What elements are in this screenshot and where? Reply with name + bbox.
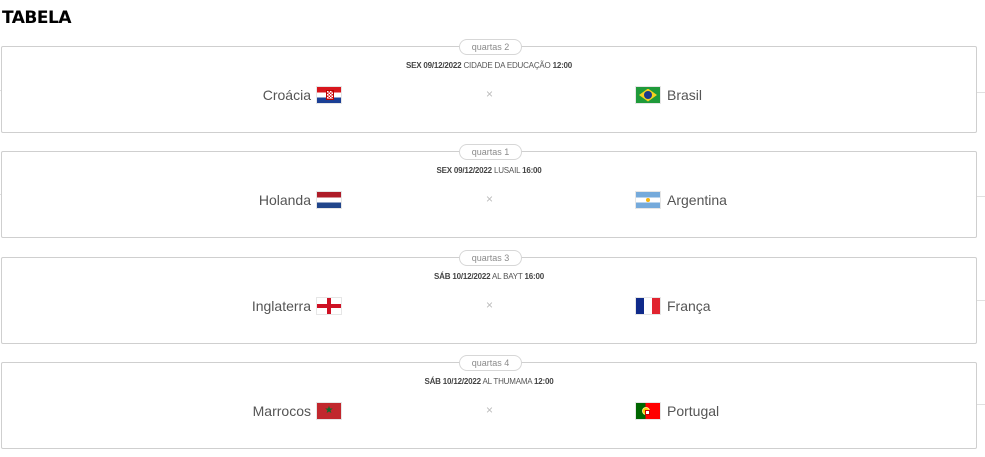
home-team[interactable]: Croácia — [263, 86, 341, 104]
match-info: SEX 09/12/2022 LUSAIL 16:00 — [2, 166, 976, 175]
away-team-name: Portugal — [667, 403, 720, 419]
match-date: 10/12/2022 — [452, 272, 491, 281]
match-day: SEX — [405, 61, 422, 70]
match-info: SEX 09/12/2022 CIDADE DA EDUCAÇÃO 12:00 — [2, 61, 976, 70]
home-team[interactable]: Holanda — [259, 191, 341, 209]
match-time: 16:00 — [524, 272, 545, 281]
match-time: 12:00 — [534, 377, 554, 386]
match-venue: AL THUMAMA — [482, 377, 533, 386]
match-day: SÁB — [434, 272, 451, 281]
match-info: SÁB 10/12/2022 AL BAYT 16:00 — [2, 272, 976, 281]
home-team-name: Holanda — [258, 192, 311, 208]
round-badge: quartas 4 — [459, 355, 522, 371]
bracket-connector — [977, 404, 985, 405]
brazil-flag-icon — [636, 87, 660, 103]
match-day: SÁB — [424, 377, 441, 386]
match-card[interactable]: quartas 1 SEX 09/12/2022 LUSAIL 16:00 Ho… — [1, 144, 977, 238]
match-time: 12:00 — [552, 61, 573, 70]
versus-icon: × — [486, 403, 494, 417]
bracket-connector — [977, 300, 985, 301]
versus-icon: × — [486, 298, 494, 312]
bracket-connector — [0, 194, 1, 195]
netherlands-flag-icon — [317, 192, 341, 208]
morocco-flag-icon: ★ — [317, 403, 341, 419]
croatia-flag-icon — [317, 87, 341, 103]
match-venue: LUSAIL — [493, 166, 521, 175]
home-team[interactable]: Marrocos ★ — [253, 402, 341, 420]
portugal-flag-icon — [636, 403, 660, 419]
away-team[interactable]: França — [636, 297, 711, 315]
match-date: 09/12/2022 — [423, 61, 462, 70]
match-venue: AL BAYT — [492, 272, 523, 281]
match-card[interactable]: quartas 4 SÁB 10/12/2022 AL THUMAMA 12:0… — [1, 355, 977, 449]
away-team-name: Brasil — [667, 87, 703, 103]
match-card[interactable]: quartas 3 SÁB 10/12/2022 AL BAYT 16:00 I… — [1, 250, 977, 344]
home-team[interactable]: Inglaterra — [252, 297, 341, 315]
away-team-name: Argentina — [667, 192, 727, 208]
round-badge: quartas 1 — [459, 144, 522, 160]
match-date: 10/12/2022 — [442, 377, 481, 386]
match-day: SEX — [436, 166, 452, 175]
home-team-name: Croácia — [262, 87, 311, 103]
bracket-connector — [0, 90, 1, 91]
match-info: SÁB 10/12/2022 AL THUMAMA 12:00 — [2, 377, 976, 386]
away-team[interactable]: Brasil — [636, 86, 702, 104]
versus-icon: × — [486, 192, 494, 206]
round-badge: quartas 3 — [459, 250, 522, 266]
round-badge: quartas 2 — [459, 39, 522, 55]
away-team[interactable]: Portugal — [636, 402, 719, 420]
argentina-flag-icon — [636, 192, 660, 208]
match-time: 16:00 — [522, 166, 542, 175]
versus-icon: × — [486, 87, 494, 101]
away-team[interactable]: Argentina — [636, 191, 727, 209]
page-title: TABELA — [2, 8, 72, 28]
bracket-connector — [977, 92, 985, 93]
england-flag-icon — [317, 298, 341, 314]
home-team-name: Inglaterra — [251, 298, 311, 314]
match-venue: CIDADE DA EDUCAÇÃO — [463, 61, 551, 70]
match-date: 09/12/2022 — [453, 166, 492, 175]
away-team-name: França — [667, 298, 711, 314]
bracket-connector — [977, 196, 985, 197]
home-team-name: Marrocos — [252, 403, 311, 419]
match-card[interactable]: quartas 2 SEX 09/12/2022 CIDADE DA EDUCA… — [1, 39, 977, 133]
france-flag-icon — [636, 298, 660, 314]
